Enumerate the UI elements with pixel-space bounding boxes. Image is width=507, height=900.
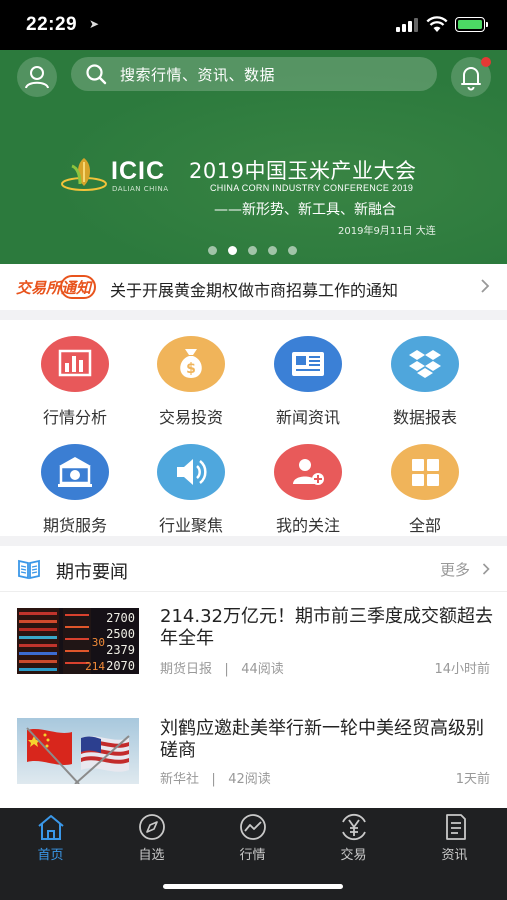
book-icon [18,559,40,580]
promo-banner[interactable]: ICIC DALIAN CHINA 2019中国玉米产业大会 CHINA COR… [0,112,507,242]
article-time: 1天前 [455,772,490,787]
grid-item-my-follows[interactable]: 我的关注 [250,428,366,536]
icic-logo-text: ICIC [111,157,165,185]
tab-home[interactable]: 首页 [0,808,101,868]
carousel-dot[interactable] [208,246,217,255]
carousel-dots[interactable] [208,246,297,256]
ticker-value: 214 [85,660,105,673]
money-bag-icon: $ [157,336,225,392]
grid-item-trading[interactable]: $ 交易投资 [133,320,249,428]
tab-watchlist[interactable]: 自选 [101,808,202,868]
banner-slogan: ——新形势、新工具、新融合 [214,202,396,218]
tab-label: 资讯 [441,848,468,863]
tab-label: 首页 [37,848,64,863]
grid-label: 期货服务 [42,516,107,535]
carousel-dot[interactable] [248,246,257,255]
carousel-dot[interactable] [288,246,297,255]
search-icon [86,64,107,85]
status-bar: 22:29 ➤ [0,0,507,50]
home-icon [38,815,64,840]
speaker-icon [157,444,225,500]
news-article[interactable]: 刘鹤应邀赴美举行新一轮中美经贸高级别磋商 新华社 | 42阅读 1天前 [0,708,507,808]
wifi-icon [426,16,448,32]
ticker-value: 2070 [106,659,135,673]
grid-item-market-analysis[interactable]: 行情分析 [17,320,133,428]
grid-icon [391,444,459,500]
compass-icon [139,814,165,840]
tab-trade[interactable]: 交易 [303,808,404,868]
grid-item-all[interactable]: 全部 [367,428,483,536]
bar-chart-icon [41,336,109,392]
news-article[interactable]: 2700 2500 2379 30 2070 214 214.32万亿元！期市前… [0,600,507,700]
banner-date: 2019年9月11日 大连 [338,226,436,237]
tab-label: 自选 [138,848,165,863]
svg-text:$: $ [186,361,196,377]
grid-item-industry-focus[interactable]: 行业聚焦 [133,428,249,536]
grid-item-news[interactable]: 新闻资讯 [250,320,366,428]
carousel-dot-active[interactable] [228,246,237,255]
grid-label: 新闻资讯 [275,408,340,427]
grid-label: 我的关注 [275,516,340,535]
notice-text: 关于开展黄金期权做市商招募工作的通知 [110,281,399,300]
notification-badge [481,57,491,67]
search-placeholder: 搜索行情、资讯、数据 [120,66,276,84]
ticker-value: 2700 [106,611,135,625]
article-time: 14小时前 [434,662,490,677]
bank-icon [41,444,109,500]
grid-item-futures-service[interactable]: 期货服务 [17,428,133,536]
grid-label: 行业聚焦 [158,516,223,535]
article-title: 刘鹤应邀赴美举行新一轮中美经贸高级别磋商 [160,718,484,761]
status-time: 22:29 [26,14,78,35]
news-header: 期市要闻 更多 [0,546,507,592]
battery-charging-icon [455,17,488,32]
document-icon [446,814,466,840]
location-arrow-icon: ➤ [89,17,100,31]
chevron-right-icon[interactable] [482,563,490,575]
news-section: 期市要闻 更多 2700 2500 2379 30 2070 214 214.3… [0,546,507,808]
dropbox-icon [391,336,459,392]
ticker-value: 2379 [106,643,135,657]
icic-logo-sub: DALIAN CHINA [112,185,169,193]
ticker-value: 30 [92,636,105,649]
home-indicator[interactable] [163,884,343,889]
grid-label: 数据报表 [392,408,457,427]
article-thumbnail: 2700 2500 2379 30 2070 214 [17,608,139,674]
carousel-dot[interactable] [268,246,277,255]
banner-title: 2019中国玉米产业大会 [189,159,417,183]
article-source: 期货日报 | 44阅读 [160,662,284,677]
user-icon [25,66,49,89]
tab-news[interactable]: 资讯 [404,808,505,868]
yen-icon [342,813,366,841]
grid-label: 交易投资 [158,408,223,427]
add-user-icon [274,444,342,500]
trend-icon [240,814,266,840]
exchange-notice-bar[interactable]: 交易所通知 关于开展黄金期权做市商招募工作的通知 [0,264,507,310]
ticker-value: 2500 [106,627,135,641]
header-banner-area: 搜索行情、资讯、数据 ICIC DALIAN CHINA 2019中国玉米产业大… [0,50,507,264]
more-link[interactable]: 更多 [440,559,470,580]
exchange-notice-logo: 交易所通知 [16,274,98,300]
tab-label: 行情 [239,848,266,863]
search-input[interactable]: 搜索行情、资讯、数据 [71,57,437,91]
grid-item-data-reports[interactable]: 数据报表 [367,320,483,428]
avatar-button[interactable] [17,57,57,97]
section-title: 期市要闻 [56,562,128,583]
article-title: 214.32万亿元！期市前三季度成交额超去年全年 [160,606,493,649]
cellular-signal-icon [396,18,418,32]
tab-label: 交易 [340,848,367,863]
newspaper-icon [274,336,342,392]
article-thumbnail [17,718,139,784]
feature-grid: 行情分析 $ 交易投资 新闻资讯 数据报表 期货服务 行业聚焦 我的关注 全部 [0,320,507,536]
tab-market[interactable]: 行情 [202,808,303,868]
banner-subtitle: CHINA CORN INDUSTRY CONFERENCE 2019 [210,183,414,193]
grid-label: 行情分析 [42,408,107,427]
article-source: 新华社 | 42阅读 [160,772,271,787]
grid-label: 全部 [408,516,441,535]
chevron-right-icon [481,279,490,293]
